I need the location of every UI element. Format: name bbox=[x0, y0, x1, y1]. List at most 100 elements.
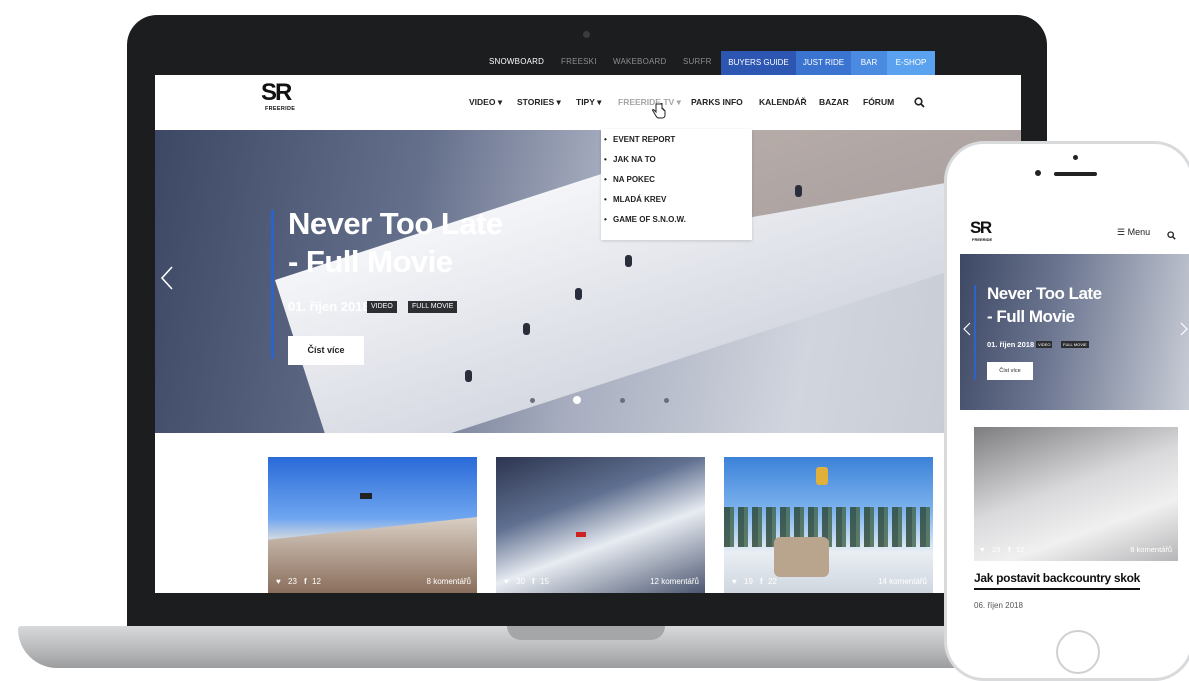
facebook-icon[interactable]: f bbox=[760, 577, 763, 586]
mobile-hero-accent-bar bbox=[974, 285, 976, 380]
card-stats: ♥ 30 f 15 12 komentářů bbox=[496, 573, 705, 593]
laptop-screen: SNOWBOARD FREESKI WAKEBOARD SURFR BUYERS… bbox=[155, 50, 1021, 593]
nav-item-kalendar[interactable]: KALENDÁŘ bbox=[759, 97, 807, 107]
phone-speaker bbox=[1054, 172, 1097, 176]
mobile-tag-video[interactable]: VIDEO bbox=[1036, 341, 1053, 348]
hero-date: 01. říjen 2018 bbox=[288, 299, 370, 314]
article-card[interactable]: ♥ 23 f 12 8 komentářů bbox=[268, 457, 477, 593]
dropdown-item-mlada-krev[interactable]: MLADÁ KREV bbox=[604, 195, 666, 204]
likes-count: 23 bbox=[992, 545, 1001, 554]
read-more-button[interactable]: Číst více bbox=[288, 336, 364, 365]
comments-count[interactable]: 14 komentářů bbox=[878, 577, 927, 586]
bar-button[interactable]: BAR bbox=[851, 51, 887, 75]
topbar-link-freeski[interactable]: FREESKI bbox=[561, 57, 597, 66]
shares-count: 15 bbox=[540, 577, 549, 586]
slider-dot-active[interactable] bbox=[573, 396, 581, 404]
wooden-feature bbox=[774, 537, 829, 577]
phone-sensor bbox=[1073, 155, 1078, 160]
dropdown-item-jak-na-to[interactable]: JAK NA TO bbox=[604, 155, 656, 164]
card-stats: ♥ 23 f 12 8 komentářů bbox=[268, 573, 477, 593]
chevron-right-icon[interactable] bbox=[1180, 322, 1188, 341]
hero-tag-video[interactable]: VIDEO bbox=[367, 301, 397, 313]
mobile-article-card[interactable]: ♥ 23 f 12 8 komentářů bbox=[974, 427, 1178, 561]
slider-dot[interactable] bbox=[664, 398, 669, 403]
shares-count: 12 bbox=[312, 577, 321, 586]
phone-home-button[interactable] bbox=[1056, 630, 1100, 674]
comments-count[interactable]: 8 komentářů bbox=[427, 577, 471, 586]
slider-dot[interactable] bbox=[620, 398, 625, 403]
chevron-left-icon[interactable] bbox=[963, 322, 971, 341]
rider-figure bbox=[576, 532, 586, 537]
mobile-site-logo[interactable]: SR bbox=[970, 219, 992, 236]
shares-count: 12 bbox=[1016, 545, 1025, 554]
mobile-hero-date: 01. říjen 2018 bbox=[987, 340, 1035, 349]
site-logo-subtitle: FREERIDE bbox=[265, 106, 296, 112]
mobile-read-more-button[interactable]: Číst více bbox=[987, 362, 1033, 380]
slider-dot[interactable] bbox=[530, 398, 535, 403]
facebook-icon[interactable]: f bbox=[1008, 545, 1011, 554]
chevron-left-icon[interactable] bbox=[160, 265, 174, 298]
dropdown-item-na-pokec[interactable]: NA POKEC bbox=[604, 175, 655, 184]
topbar-link-wakeboard[interactable]: WAKEBOARD bbox=[613, 57, 667, 66]
eshop-button[interactable]: E-SHOP bbox=[887, 51, 935, 75]
nav-item-freeride-tv[interactable]: FREERIDE TV ▾ bbox=[618, 97, 681, 108]
mobile-hero-title: Never Too Late - Full Movie bbox=[987, 284, 1102, 326]
heart-icon[interactable]: ♥ bbox=[980, 545, 984, 554]
heart-icon[interactable]: ♥ bbox=[732, 577, 737, 586]
rider-figure bbox=[816, 467, 828, 485]
likes-count: 23 bbox=[288, 577, 297, 586]
dropdown-item-game-of-snow[interactable]: GAME OF S.N.O.W. bbox=[604, 215, 686, 224]
rider-figure bbox=[575, 288, 582, 300]
heart-icon[interactable]: ♥ bbox=[276, 577, 281, 586]
topbar-link-surfr[interactable]: SURFR bbox=[683, 57, 712, 66]
phone-camera bbox=[1035, 170, 1041, 176]
article-card[interactable]: ♥ 30 f 15 12 komentářů bbox=[496, 457, 705, 593]
nav-item-video[interactable]: VIDEO ▾ bbox=[469, 97, 502, 108]
freeride-tv-dropdown: EVENT REPORT JAK NA TO NA POKEC MLADÁ KR… bbox=[601, 129, 752, 240]
webcam-dot bbox=[583, 31, 590, 38]
likes-count: 30 bbox=[516, 577, 525, 586]
search-icon[interactable] bbox=[914, 95, 925, 113]
just-ride-button[interactable]: JUST RIDE bbox=[796, 51, 851, 75]
mobile-hero: Never Too Late - Full Movie 01. říjen 20… bbox=[960, 254, 1189, 410]
mobile-article-title[interactable]: Jak postavit backcountry skok bbox=[974, 571, 1140, 590]
nav-item-tipy[interactable]: TIPY ▾ bbox=[576, 97, 601, 108]
comments-count[interactable]: 12 komentářů bbox=[650, 577, 699, 586]
mobile-logo-subtitle: FREERIDE bbox=[972, 237, 993, 242]
hero-accent-bar bbox=[271, 210, 274, 359]
facebook-icon[interactable]: f bbox=[304, 577, 307, 586]
nav-item-stories[interactable]: STORIES ▾ bbox=[517, 97, 561, 108]
hero-slider bbox=[155, 130, 1021, 433]
topbar-link-snowboard[interactable]: SNOWBOARD bbox=[489, 57, 544, 66]
article-card[interactable]: ♥ 19 f 22 14 komentářů bbox=[724, 457, 933, 593]
hamburger-icon: ☰ bbox=[1117, 227, 1126, 237]
mobile-tag-full-movie[interactable]: FULL MOVIE bbox=[1061, 341, 1089, 348]
mobile-article-date: 06. říjen 2018 bbox=[974, 601, 1023, 610]
rider-figure bbox=[465, 370, 472, 382]
hero-tag-full-movie[interactable]: FULL MOVIE bbox=[408, 301, 458, 313]
rider-figure bbox=[360, 493, 372, 499]
rider-figure bbox=[625, 255, 632, 267]
nav-item-parks-info[interactable]: PARKS INFO bbox=[691, 97, 743, 107]
nav-item-bazar[interactable]: BAZAR bbox=[819, 97, 849, 107]
likes-count: 19 bbox=[744, 577, 753, 586]
facebook-icon[interactable]: f bbox=[532, 577, 535, 586]
heart-icon[interactable]: ♥ bbox=[504, 577, 509, 586]
buyers-guide-button[interactable]: BUYERS GUIDE bbox=[721, 51, 796, 75]
rider-figure bbox=[523, 323, 530, 335]
dropdown-item-event-report[interactable]: EVENT REPORT bbox=[604, 135, 675, 144]
top-bar: SNOWBOARD FREESKI WAKEBOARD SURFR BUYERS… bbox=[155, 50, 1021, 75]
card-stats: ♥ 19 f 22 14 komentářů bbox=[724, 573, 933, 593]
mobile-search-icon[interactable] bbox=[1167, 227, 1176, 245]
rider-figure bbox=[795, 185, 802, 197]
laptop-notch bbox=[507, 626, 665, 640]
hero-title: Never Too Late - Full Movie bbox=[288, 206, 503, 279]
site-logo[interactable]: SR bbox=[261, 81, 292, 105]
hand-cursor-icon bbox=[652, 102, 666, 124]
phone-screen: SR FREERIDE ☰ Menu Never Too Late - Full… bbox=[960, 205, 1189, 623]
menu-button[interactable]: ☰ Menu bbox=[1117, 227, 1150, 238]
mobile-card-stats: ♥ 23 f 12 8 komentářů bbox=[974, 541, 1178, 561]
shares-count: 22 bbox=[768, 577, 777, 586]
comments-count[interactable]: 8 komentářů bbox=[1130, 545, 1172, 554]
nav-item-forum[interactable]: FÓRUM bbox=[863, 97, 894, 107]
